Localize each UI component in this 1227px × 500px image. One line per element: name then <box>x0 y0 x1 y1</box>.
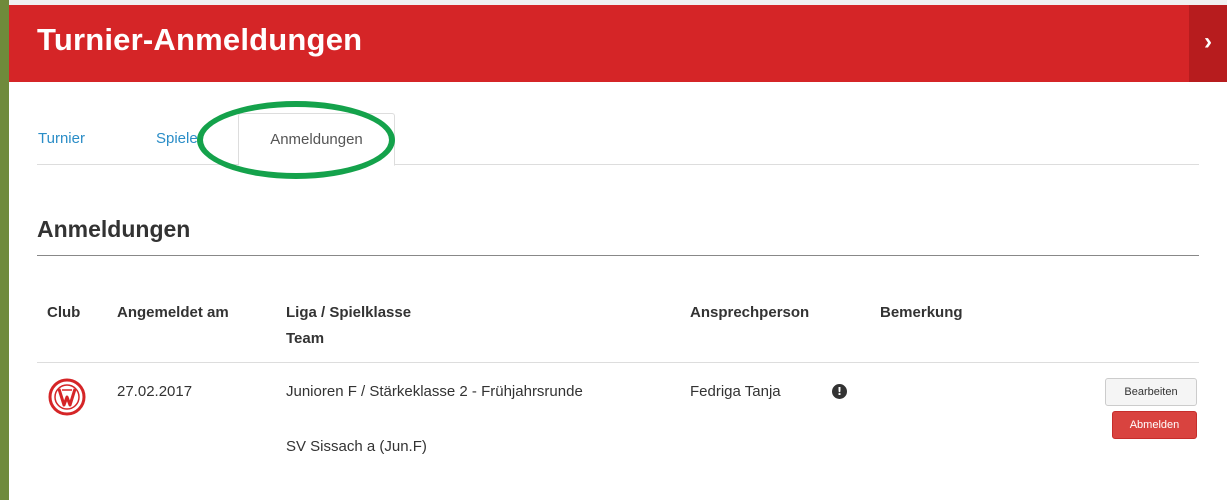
page-title: Turnier-Anmeldungen <box>37 22 363 57</box>
page-frame: Turnier-Anmeldungen › Turnier Spieler An… <box>9 0 1227 500</box>
column-header-contact: Ansprechperson <box>690 304 810 321</box>
chevron-right-icon[interactable]: › <box>1189 5 1227 82</box>
left-border-strip <box>0 0 9 500</box>
column-header-team: Team <box>286 330 325 347</box>
table-row: 27.02.2017 Junioren F / Stärkeklasse 2 -… <box>37 364 1199 474</box>
column-header-date: Angemeldet am <box>117 304 229 321</box>
club-logo-icon <box>48 378 86 416</box>
column-header-club: Club <box>47 304 81 321</box>
contact-person: Fedriga Tanja <box>690 383 781 400</box>
team-name: SV Sissach a (Jun.F) <box>286 438 427 455</box>
section-title: Anmeldungen <box>37 216 191 242</box>
table-header: Club Angemeldet am Liga / Spielklasse Te… <box>37 300 1199 363</box>
section-divider <box>37 255 1199 256</box>
info-icon[interactable]: ! <box>832 384 847 399</box>
liga-spielklasse: Junioren F / Stärkeklasse 2 - Frühjahrsr… <box>286 383 583 400</box>
column-header-liga: Liga / Spielklasse <box>286 304 412 321</box>
registration-date: 27.02.2017 <box>117 383 193 400</box>
column-header-remark: Bemerkung <box>880 304 963 321</box>
edit-button[interactable]: Bearbeiten <box>1105 378 1197 406</box>
unregister-button[interactable]: Abmelden <box>1112 411 1197 439</box>
tab-spieler[interactable]: Spieler <box>156 113 203 165</box>
tab-turnier[interactable]: Turnier <box>38 113 85 165</box>
page-header: Turnier-Anmeldungen › <box>9 0 1227 82</box>
highlight-annotation-ellipse <box>197 101 395 179</box>
